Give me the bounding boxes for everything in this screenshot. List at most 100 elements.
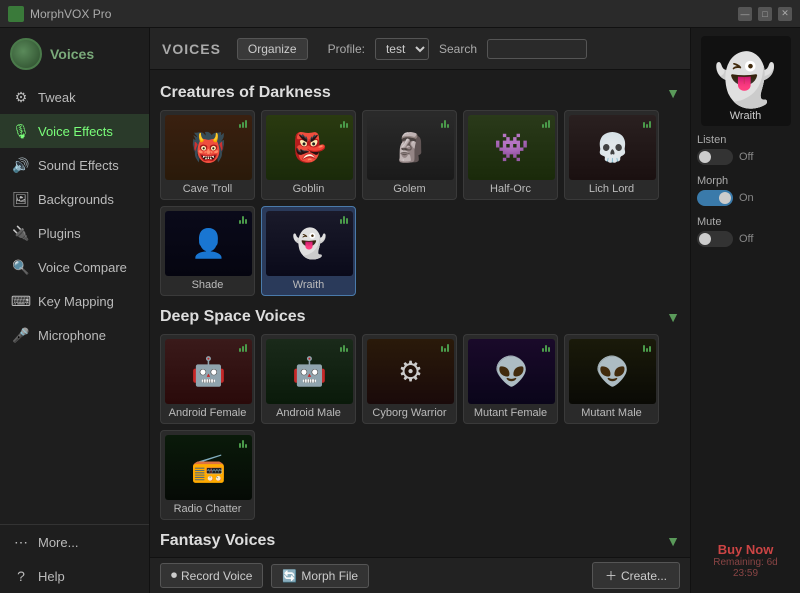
voice-card-lich-lord[interactable]: 💀 Lich Lord bbox=[564, 110, 659, 200]
sidebar: Voices ⚙ Tweak 🎙 Voice Effects 🔊 Sound E… bbox=[0, 28, 150, 593]
morph-file-icon: 🔄 bbox=[282, 569, 297, 583]
remaining-label: Remaining: 6d 23:59 bbox=[703, 557, 788, 579]
level-indicator-half-orc bbox=[542, 118, 552, 128]
voice-card-golem[interactable]: 🗿 Golem bbox=[362, 110, 457, 200]
voice-list[interactable]: Creatures of Darkness ▼ 👹 Cave Troll bbox=[150, 70, 690, 557]
voice-img-goblin: 👺 bbox=[266, 115, 353, 180]
voice-name-mutant-male: Mutant Male bbox=[569, 407, 654, 419]
voice-card-cave-troll[interactable]: 👹 Cave Troll bbox=[160, 110, 255, 200]
sidebar-item-backgrounds[interactable]: 🖼 Backgrounds bbox=[0, 182, 149, 216]
voice-card-wraith[interactable]: 👻 Wraith bbox=[261, 206, 356, 296]
morph-control: Morph On bbox=[697, 175, 794, 206]
sound-effects-icon: 🔊 bbox=[12, 156, 30, 174]
morph-file-button[interactable]: 🔄 Morph File bbox=[271, 564, 369, 588]
deep-space-collapse-icon[interactable]: ▼ bbox=[666, 309, 680, 325]
morph-toggle-row: On bbox=[697, 190, 794, 206]
search-input[interactable] bbox=[487, 39, 587, 59]
level-indicator-android-male bbox=[340, 342, 350, 352]
level-indicator-shade bbox=[239, 214, 249, 224]
sidebar-microphone-label: Microphone bbox=[38, 328, 106, 343]
voice-img-lich-lord: 💀 bbox=[569, 115, 656, 180]
section-deep-space-title: Deep Space Voices bbox=[160, 308, 306, 326]
sidebar-sound-effects-label: Sound Effects bbox=[38, 158, 119, 173]
app-icon bbox=[8, 6, 24, 22]
voice-card-android-female[interactable]: 🤖 Android Female bbox=[160, 334, 255, 424]
sidebar-bottom: ⋯ More... ? Help bbox=[0, 524, 149, 593]
buy-now-button[interactable]: Buy Now bbox=[703, 542, 788, 557]
sidebar-item-voice-effects[interactable]: 🎙 Voice Effects bbox=[0, 114, 149, 148]
voice-name-mutant-female: Mutant Female bbox=[468, 407, 553, 419]
profile-select[interactable]: test bbox=[375, 38, 429, 60]
sidebar-item-plugins[interactable]: 🔌 Plugins bbox=[0, 216, 149, 250]
backgrounds-icon: 🖼 bbox=[12, 190, 30, 208]
sidebar-item-microphone[interactable]: 🎤 Microphone bbox=[0, 318, 149, 352]
voice-card-mutant-male[interactable]: 👽 Mutant Male bbox=[564, 334, 659, 424]
app-title: MorphVOX Pro bbox=[30, 7, 111, 21]
morph-knob bbox=[719, 192, 731, 204]
fantasy-collapse-icon[interactable]: ▼ bbox=[666, 533, 680, 549]
key-mapping-icon: ⌨ bbox=[12, 292, 30, 310]
help-icon: ? bbox=[12, 567, 30, 585]
voice-compare-icon: 🔍 bbox=[12, 258, 30, 276]
sidebar-plugins-label: Plugins bbox=[38, 226, 81, 241]
level-indicator-lich-lord bbox=[643, 118, 653, 128]
sidebar-help-label: Help bbox=[38, 569, 65, 584]
section-fantasy-title: Fantasy Voices bbox=[160, 532, 275, 550]
voice-card-goblin[interactable]: 👺 Goblin bbox=[261, 110, 356, 200]
voice-preview-box: 👻 Wraith bbox=[701, 36, 791, 126]
voice-img-wraith: 👻 bbox=[266, 211, 353, 276]
voice-name-lich-lord: Lich Lord bbox=[569, 183, 654, 195]
voice-card-radio-chatter[interactable]: 📻 Radio Chatter bbox=[160, 430, 255, 520]
sidebar-more-label: More... bbox=[38, 535, 78, 550]
sidebar-item-voice-compare[interactable]: 🔍 Voice Compare bbox=[0, 250, 149, 284]
voice-img-mutant-female: 👽 bbox=[468, 339, 555, 404]
preview-voice-name: Wraith bbox=[730, 110, 762, 122]
main-layout: Voices ⚙ Tweak 🎙 Voice Effects 🔊 Sound E… bbox=[0, 28, 800, 593]
sidebar-item-more[interactable]: ⋯ More... bbox=[0, 525, 149, 559]
mute-state: Off bbox=[739, 233, 753, 245]
creatures-collapse-icon[interactable]: ▼ bbox=[666, 85, 680, 101]
organize-button[interactable]: Organize bbox=[237, 38, 308, 60]
creatures-grid: 👹 Cave Troll 👺 bbox=[160, 110, 680, 296]
top-bar: VOICES Organize Profile: test Search bbox=[150, 28, 690, 70]
sidebar-item-tweak[interactable]: ⚙ Tweak bbox=[0, 80, 149, 114]
voice-card-half-orc[interactable]: 👾 Half-Orc bbox=[463, 110, 558, 200]
bottom-bar: ⏺ Record Voice 🔄 Morph File ＋ Create... bbox=[150, 557, 690, 593]
mute-toggle[interactable] bbox=[697, 231, 733, 247]
voice-name-android-male: Android Male bbox=[266, 407, 351, 419]
voice-name-goblin: Goblin bbox=[266, 183, 351, 195]
window-controls[interactable]: — □ ✕ bbox=[738, 7, 792, 21]
voice-name-half-orc: Half-Orc bbox=[468, 183, 553, 195]
voice-card-cyborg-warrior[interactable]: ⚙ Cyborg Warrior bbox=[362, 334, 457, 424]
voice-card-shade[interactable]: 👤 Shade bbox=[160, 206, 255, 296]
listen-toggle[interactable] bbox=[697, 149, 733, 165]
level-indicator-goblin bbox=[340, 118, 350, 128]
level-indicator-cyborg bbox=[441, 342, 451, 352]
voice-img-cave-troll: 👹 bbox=[165, 115, 252, 180]
maximize-button[interactable]: □ bbox=[758, 7, 772, 21]
voice-card-mutant-female[interactable]: 👽 Mutant Female bbox=[463, 334, 558, 424]
profile-label: Profile: bbox=[328, 42, 365, 56]
sidebar-voice-effects-label: Voice Effects bbox=[38, 124, 113, 139]
listen-toggle-row: Off bbox=[697, 149, 794, 165]
level-indicator-radio-chatter bbox=[239, 438, 249, 448]
create-button[interactable]: ＋ Create... bbox=[592, 562, 680, 589]
sidebar-item-key-mapping[interactable]: ⌨ Key Mapping bbox=[0, 284, 149, 318]
deep-space-grid: 🤖 Android Female 🤖 bbox=[160, 334, 680, 520]
morph-toggle[interactable] bbox=[697, 190, 733, 206]
record-voice-button[interactable]: ⏺ Record Voice bbox=[160, 563, 263, 588]
mute-toggle-row: Off bbox=[697, 231, 794, 247]
sidebar-item-sound-effects[interactable]: 🔊 Sound Effects bbox=[0, 148, 149, 182]
voice-img-radio-chatter: 📻 bbox=[165, 435, 252, 500]
mute-label: Mute bbox=[697, 216, 794, 228]
close-button[interactable]: ✕ bbox=[778, 7, 792, 21]
right-panel: 👻 Wraith Listen Off Morph On Mute bbox=[690, 28, 800, 593]
section-header-deep-space: Deep Space Voices ▼ bbox=[160, 308, 680, 326]
minimize-button[interactable]: — bbox=[738, 7, 752, 21]
voice-effects-icon: 🎙 bbox=[12, 122, 30, 140]
sidebar-item-help[interactable]: ? Help bbox=[0, 559, 149, 593]
plugins-icon: 🔌 bbox=[12, 224, 30, 242]
listen-label: Listen bbox=[697, 134, 794, 146]
listen-state: Off bbox=[739, 151, 753, 163]
voice-card-android-male[interactable]: 🤖 Android Male bbox=[261, 334, 356, 424]
